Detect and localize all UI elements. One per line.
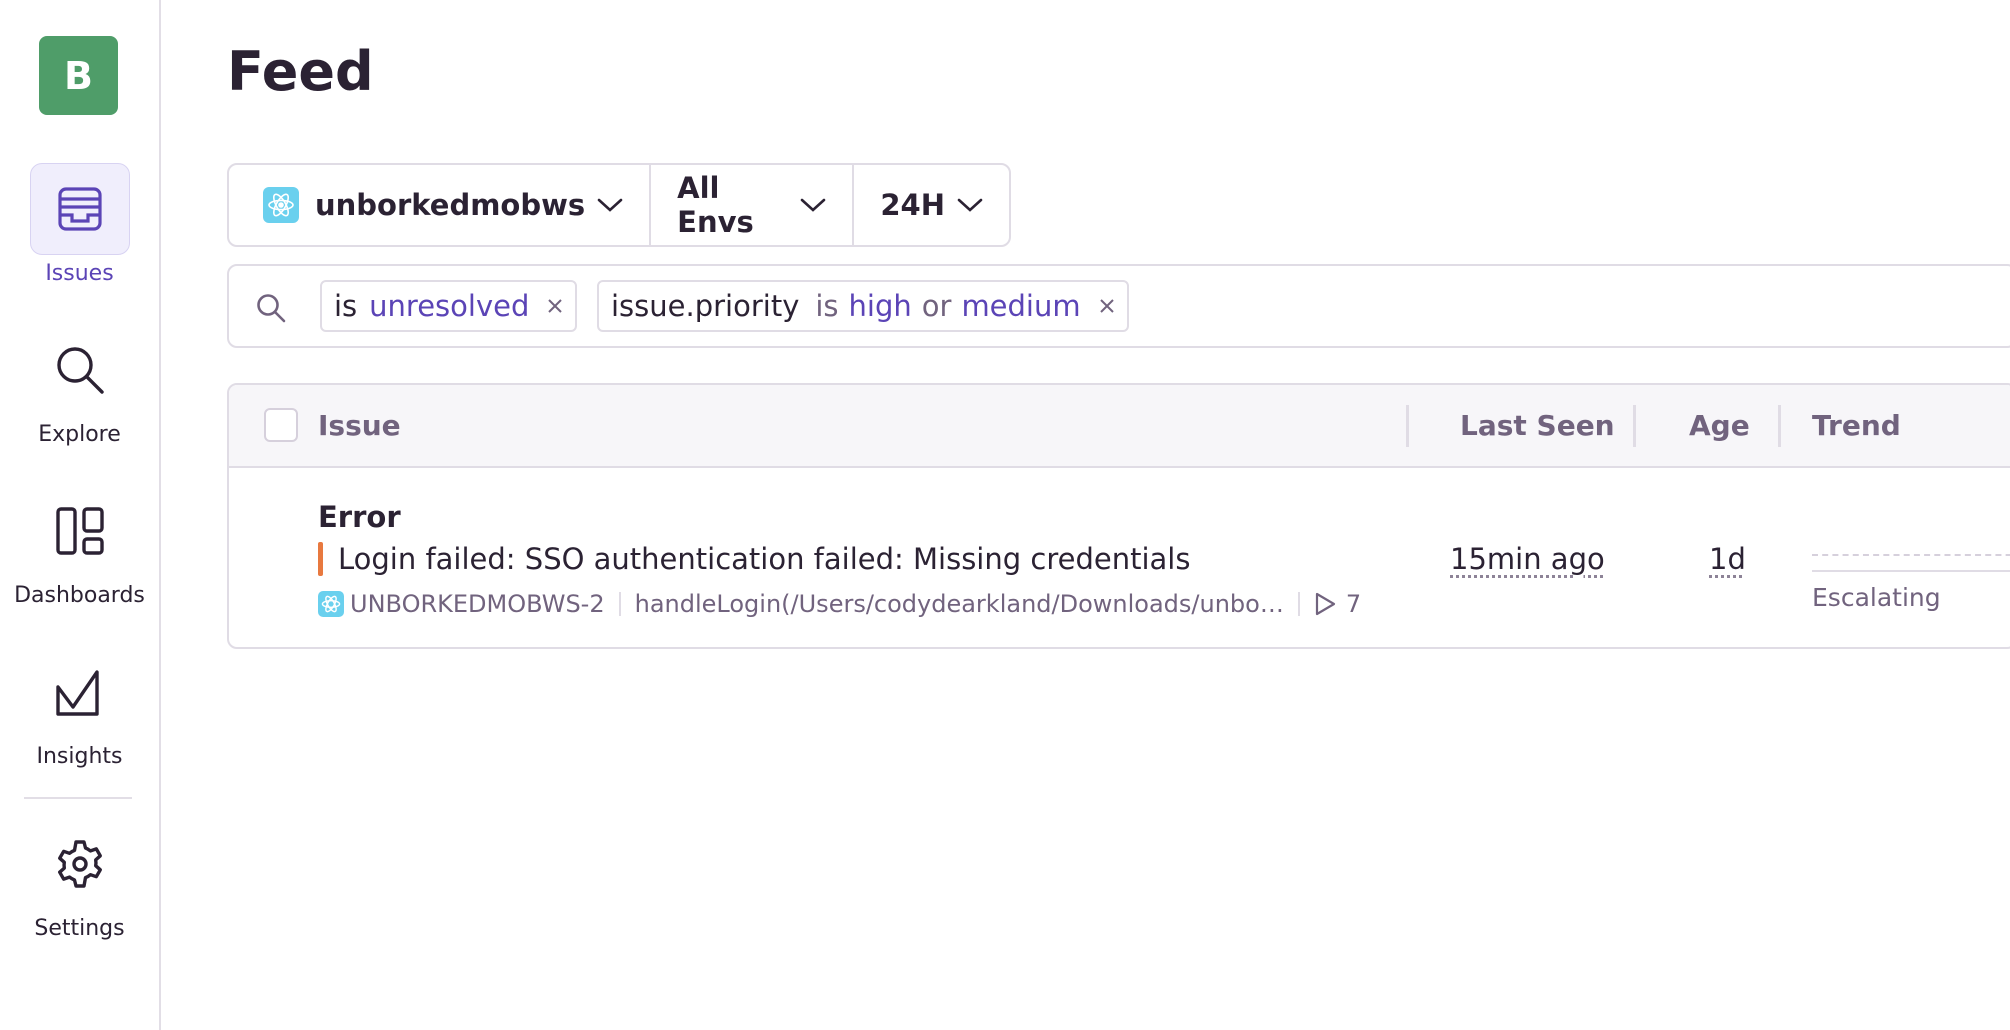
sidebar-item-label: Insights xyxy=(36,744,123,769)
token-key: is xyxy=(334,289,358,323)
date-range-label: 24H xyxy=(880,188,945,222)
token-operator[interactable]: is xyxy=(815,289,838,323)
priority-indicator xyxy=(318,542,323,576)
sidebar-item-insights[interactable]: Insights xyxy=(0,646,159,769)
token-key: issue.priority xyxy=(611,289,800,323)
column-resize-handle[interactable] xyxy=(1778,405,1781,447)
sidebar: B Issues Explore Dashboards Insights Set… xyxy=(0,0,161,1030)
gear-icon xyxy=(57,840,102,888)
inbox-icon xyxy=(57,187,102,231)
table-row[interactable]: Error Login failed: SSO authentication f… xyxy=(229,468,2010,647)
event-count[interactable]: 7 xyxy=(1314,590,1361,618)
date-range-selector[interactable]: 24H xyxy=(852,165,1009,245)
sidebar-item-label: Settings xyxy=(34,916,125,941)
column-header-trend[interactable]: Trend xyxy=(1812,409,1901,442)
token-or: or xyxy=(921,289,952,323)
search-token-status[interactable]: is unresolved xyxy=(320,280,578,332)
trend-sparkline xyxy=(1812,554,2010,556)
insights-icon xyxy=(55,670,99,716)
sidebar-item-settings[interactable]: Settings xyxy=(0,818,159,941)
sidebar-item-label: Explore xyxy=(38,422,121,447)
trend-baseline xyxy=(1812,570,2010,572)
sidebar-item-explore[interactable]: Explore xyxy=(0,324,159,447)
issue-type[interactable]: Error xyxy=(318,500,401,534)
dashboard-icon xyxy=(55,507,104,555)
issue-short-id[interactable]: UNBORKEDMOBWS-2 xyxy=(350,590,605,618)
column-header-last-seen[interactable]: Last Seen xyxy=(1460,409,1615,442)
issues-table: Issue Last Seen Age Trend Error Login fa… xyxy=(227,383,2010,649)
age-value[interactable]: 1d xyxy=(1709,542,1746,576)
sidebar-divider xyxy=(24,797,132,799)
react-platform-icon xyxy=(318,591,344,617)
meta-divider xyxy=(1297,592,1300,616)
select-all-checkbox[interactable] xyxy=(264,408,298,442)
search-icon xyxy=(255,292,287,328)
last-seen-value[interactable]: 15min ago xyxy=(1450,542,1605,576)
column-resize-handle[interactable] xyxy=(1406,405,1409,447)
page-title: Feed xyxy=(227,40,374,103)
chevron-down-icon xyxy=(957,197,983,213)
close-icon[interactable] xyxy=(547,298,563,314)
page-filter-bar: unborkedmobws All Envs 24H xyxy=(227,163,1011,247)
token-value[interactable]: high xyxy=(849,289,912,323)
issue-message[interactable]: Login failed: SSO authentication failed:… xyxy=(338,542,1190,576)
issue-search-bar[interactable]: is unresolved issue.priority is high or … xyxy=(227,264,2010,348)
sidebar-item-label: Issues xyxy=(45,261,114,286)
event-count-value: 7 xyxy=(1345,590,1362,618)
trend-status: Escalating xyxy=(1812,583,1941,612)
environment-selector[interactable]: All Envs xyxy=(649,165,852,245)
search-token-priority[interactable]: issue.priority is high or medium xyxy=(597,280,1129,332)
close-icon[interactable] xyxy=(1099,298,1115,314)
chevron-down-icon xyxy=(800,197,826,213)
environment-selector-label: All Envs xyxy=(677,171,754,239)
project-selector-label: unborkedmobws xyxy=(315,188,586,222)
sidebar-item-issues[interactable]: Issues xyxy=(0,163,159,286)
issue-meta: UNBORKEDMOBWS-2 handleLogin(/Users/codyd… xyxy=(318,590,1361,618)
column-header-issue: Issue xyxy=(318,409,401,442)
play-icon xyxy=(1315,592,1335,616)
column-header-age[interactable]: Age xyxy=(1689,409,1750,442)
react-platform-icon xyxy=(263,187,299,223)
token-value[interactable]: unresolved xyxy=(369,289,529,323)
issue-culprit: handleLogin(/Users/codydearkland/Downloa… xyxy=(634,590,1284,618)
sidebar-item-dashboards[interactable]: Dashboards xyxy=(0,485,159,608)
token-value[interactable]: medium xyxy=(961,289,1080,323)
search-icon xyxy=(56,347,104,394)
project-selector[interactable]: unborkedmobws xyxy=(229,165,649,245)
column-resize-handle[interactable] xyxy=(1633,405,1636,447)
sidebar-item-label: Dashboards xyxy=(14,583,145,608)
chevron-down-icon xyxy=(597,197,623,213)
table-header: Issue Last Seen Age Trend xyxy=(229,385,2010,468)
meta-divider xyxy=(618,592,621,616)
org-avatar[interactable]: B xyxy=(39,36,118,115)
